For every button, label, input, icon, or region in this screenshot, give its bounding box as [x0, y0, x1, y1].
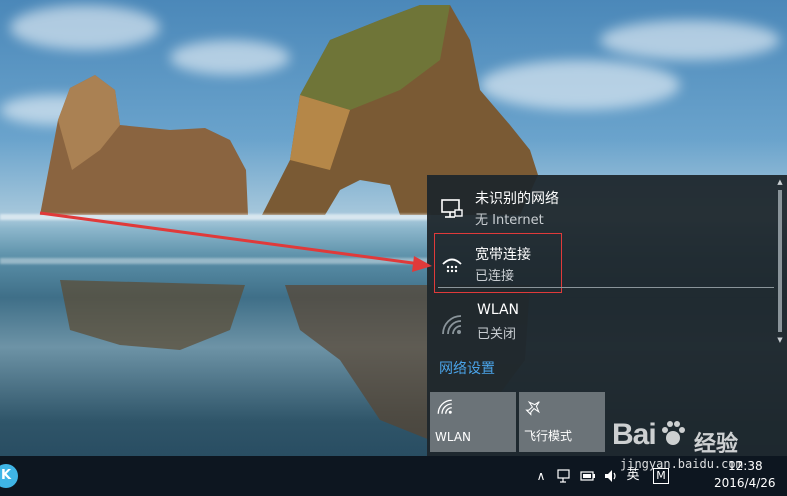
- battery-icon[interactable]: [580, 468, 596, 484]
- network-status: 已关闭: [477, 327, 517, 342]
- network-name: 未识别的网络: [475, 191, 559, 207]
- network-settings-link[interactable]: 网络设置: [439, 358, 495, 378]
- baidu-watermark-text: 经验: [694, 432, 739, 457]
- airplane-icon: [525, 401, 540, 416]
- wlan-toggle-tile[interactable]: WLAN: [430, 392, 516, 452]
- annotation-highlight-box: [434, 233, 562, 293]
- tile-label: 飞行模式: [524, 429, 573, 443]
- surf-line: [0, 214, 430, 220]
- start-button[interactable]: K: [0, 464, 18, 488]
- scroll-up-arrow-icon[interactable]: ▲: [776, 178, 784, 186]
- scroll-thumb[interactable]: [778, 190, 782, 332]
- network-tray-icon[interactable]: [557, 468, 573, 484]
- network-item-unidentified[interactable]: 未识别的网络 无 Internet: [427, 179, 772, 235]
- surf-line: [0, 258, 430, 264]
- show-hidden-icons-chevron-icon[interactable]: ∧: [533, 468, 549, 484]
- wifi-icon: [437, 399, 452, 414]
- network-status: 无 Internet: [475, 213, 544, 228]
- network-item-wlan[interactable]: WLAN 已关闭: [427, 293, 772, 349]
- ethernet-monitor-icon: [441, 199, 463, 218]
- watermark-url: jingyan.baidu.com: [620, 457, 743, 471]
- clock-date[interactable]: 2016/4/26: [714, 476, 776, 490]
- wifi-icon: [442, 315, 462, 335]
- volume-icon[interactable]: [603, 468, 619, 484]
- start-logo-icon: K: [0, 464, 18, 488]
- scroll-down-arrow-icon[interactable]: ▼: [776, 336, 784, 344]
- baidu-watermark-logo: Bai: [612, 418, 657, 451]
- flyout-scrollbar[interactable]: ▲ ▼: [776, 178, 784, 344]
- network-flyout: 未识别的网络 无 Internet 宽带连接 已连接 WLAN 已关闭 WLAN…: [427, 175, 787, 456]
- tile-label: WLAN: [435, 430, 472, 444]
- baidu-paw-icon: [662, 421, 685, 445]
- section-divider: [438, 287, 774, 288]
- airplane-mode-tile[interactable]: 飞行模式: [519, 392, 605, 452]
- network-name: WLAN: [477, 302, 520, 318]
